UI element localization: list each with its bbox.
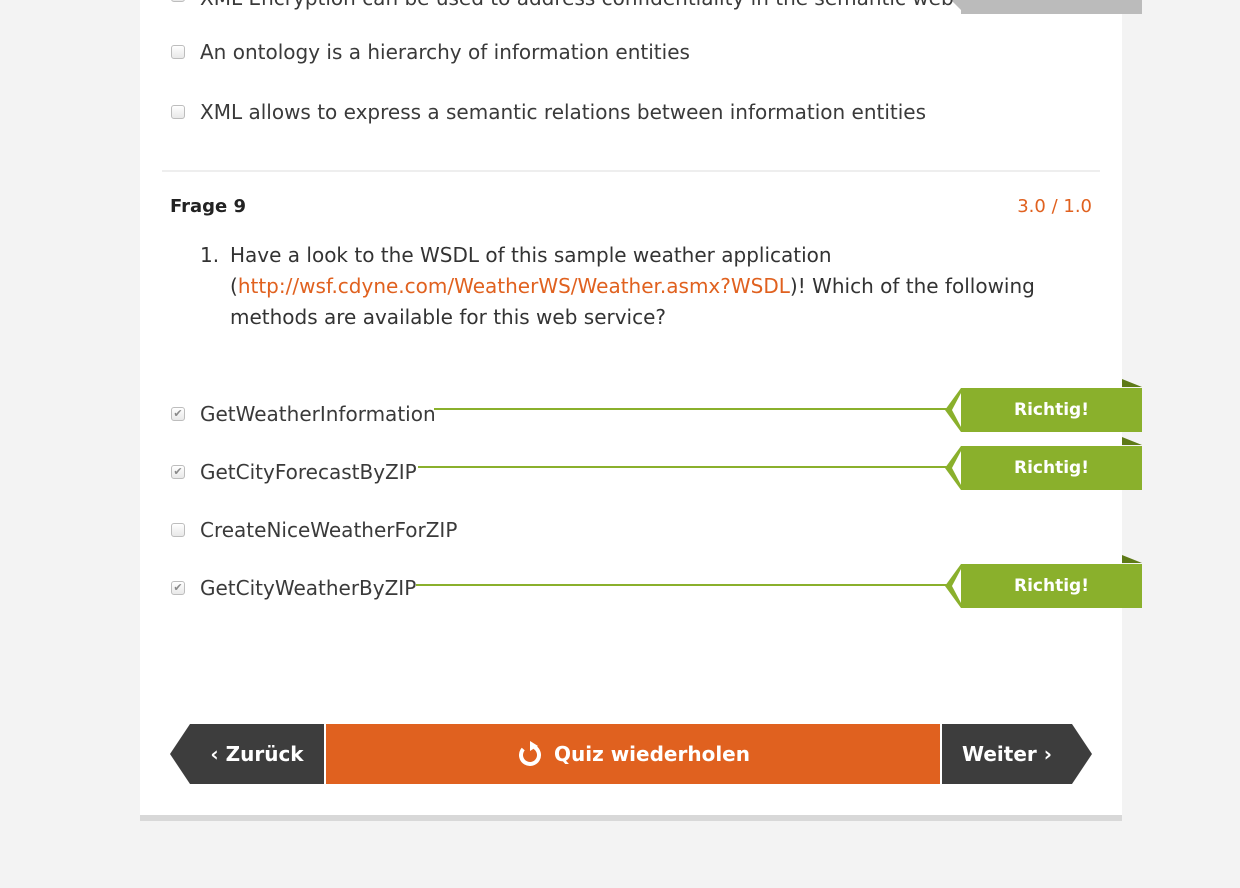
back-button-label: Zurück: [225, 742, 304, 766]
option-checkbox[interactable]: [171, 523, 185, 537]
retry-quiz-button[interactable]: Quiz wiederholen: [326, 724, 940, 784]
badge-fold: [1122, 437, 1142, 445]
badge-fold: [1122, 379, 1142, 387]
question-divider: [162, 170, 1100, 172]
next-button[interactable]: Weiter ›: [942, 724, 1072, 784]
question-score: 3.0 / 1.0: [1017, 196, 1092, 217]
option-label: GetCityWeatherByZIP: [200, 576, 417, 600]
back-button-tip[interactable]: [170, 724, 190, 784]
next-button-label: Weiter: [962, 742, 1037, 766]
chevron-left-icon: ‹: [210, 742, 219, 766]
chevron-right-icon: ›: [1043, 742, 1052, 766]
question-title: Frage 9: [170, 196, 247, 217]
feedback-badge-correct: Richtig!: [961, 446, 1142, 490]
question-text: Have a look to the WSDL of this sample w…: [230, 240, 1110, 333]
refresh-icon: [519, 741, 541, 766]
option-label: XML Encryption can be used to address co…: [200, 0, 954, 10]
feedback-badge: [961, 0, 1142, 14]
option-label: GetCityForecastByZIP: [200, 460, 417, 484]
option-checkbox[interactable]: ✔: [171, 407, 185, 421]
feedback-connector: [434, 408, 949, 410]
back-button[interactable]: ‹ Zurück: [190, 724, 324, 784]
feedback-connector: [416, 584, 949, 586]
feedback-badge-notch: [952, 451, 961, 485]
option-checkbox[interactable]: ✔: [171, 581, 185, 595]
option-label: CreateNiceWeatherForZIP: [200, 518, 458, 542]
feedback-badge-correct: Richtig!: [961, 564, 1142, 608]
option-label: XML allows to express a semantic relatio…: [200, 100, 927, 124]
option-label: An ontology is a hierarchy of informatio…: [200, 40, 690, 64]
feedback-badge-notch: [952, 393, 961, 427]
wsdl-link[interactable]: http://wsf.cdyne.com/WeatherWS/Weather.a…: [238, 274, 790, 298]
option-checkbox[interactable]: ✔: [171, 465, 185, 479]
option-checkbox[interactable]: [171, 0, 185, 2]
badge-fold: [1122, 555, 1142, 563]
question-number: 1.: [200, 243, 220, 267]
option-label: GetWeatherInformation: [200, 402, 436, 426]
retry-quiz-label: Quiz wiederholen: [554, 742, 750, 766]
option-checkbox[interactable]: [171, 45, 185, 59]
feedback-badge-notch: [952, 569, 961, 603]
next-button-tip[interactable]: [1072, 724, 1092, 784]
feedback-connector: [418, 466, 949, 468]
feedback-badge-correct: Richtig!: [961, 388, 1142, 432]
option-checkbox[interactable]: [171, 105, 185, 119]
